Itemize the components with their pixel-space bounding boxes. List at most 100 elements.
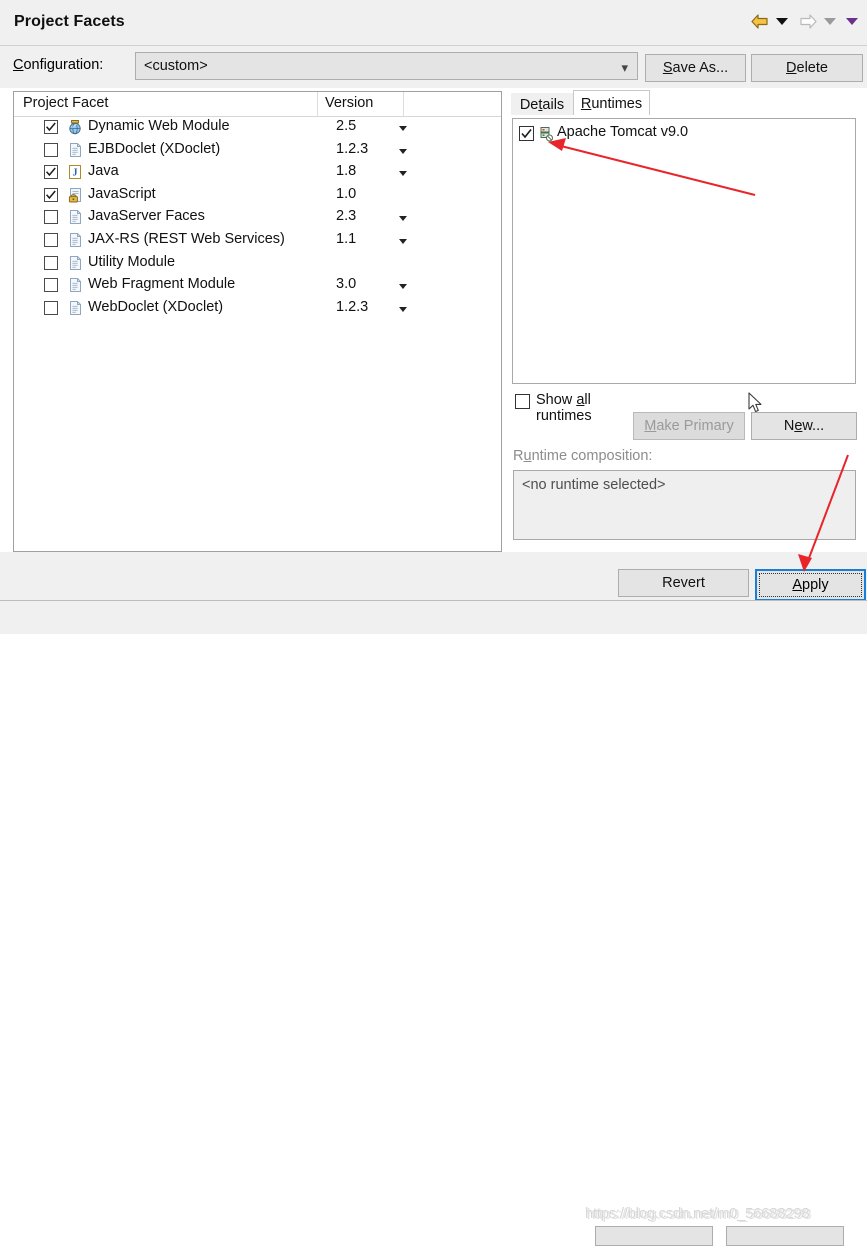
facet-version: 3.0	[336, 276, 357, 293]
tab-runtimes[interactable]: Runtimes	[573, 90, 650, 116]
apply-label: Apply	[792, 577, 829, 593]
delete-button[interactable]: Delete	[751, 54, 863, 82]
facet-name: Dynamic Web Module	[88, 118, 230, 134]
document-icon	[67, 142, 83, 158]
configuration-select[interactable]: <custom> ▾	[135, 52, 638, 80]
facet-name: EJBDoclet (XDoclet)	[88, 140, 221, 157]
revert-button[interactable]: Revert	[618, 569, 749, 597]
new-runtime-label: New...	[783, 418, 825, 434]
save-as-button[interactable]: Save As...	[645, 54, 746, 82]
watermark-text: https://blog.csdn.net/m0_56688298 https:…	[585, 1205, 812, 1223]
runtimes-tab-panel: Apache Tomcat v9.0 Show all runtimes Mak…	[511, 115, 863, 540]
facet-name: WebDoclet (XDoclet)	[88, 298, 224, 315]
document-icon	[67, 255, 83, 271]
footer-area: https://blog.csdn.net/m0_56688298 https:…	[0, 601, 867, 1246]
mouse-cursor	[748, 392, 762, 413]
web-module-icon	[67, 119, 83, 135]
version-chevron-down-icon[interactable]	[399, 306, 407, 312]
column-divider[interactable]	[403, 92, 404, 117]
version-chevron-down-icon[interactable]	[399, 216, 407, 222]
page-title: Project Facets	[14, 13, 125, 30]
apply-button-focus-ring: Apply	[759, 573, 862, 597]
table-row[interactable]: Utility Module	[14, 253, 501, 276]
facet-version: 1.0	[336, 185, 357, 202]
revert-label: Revert	[662, 575, 705, 591]
table-row[interactable]: JavaScript 1.0	[14, 185, 501, 208]
facet-checkbox[interactable]	[44, 278, 58, 293]
facet-checkbox[interactable]	[44, 255, 58, 270]
facet-name: JavaServer Faces	[88, 208, 205, 225]
dialog-title-bar: Project Facets	[0, 0, 867, 46]
show-all-runtimes-checkbox[interactable]	[515, 394, 530, 409]
column-header-project-facet[interactable]: Project Facet	[23, 95, 108, 111]
facet-version: 2.5	[336, 118, 357, 134]
javascript-lock-icon	[67, 187, 83, 203]
java-icon: J	[67, 164, 83, 180]
table-row[interactable]: EJBDoclet (XDoclet) 1.2.3	[14, 140, 501, 163]
configuration-selected-value: <custom>	[144, 58, 208, 74]
forward-arrow-icon	[798, 13, 818, 30]
back-arrow-icon[interactable]	[750, 13, 770, 30]
document-icon	[67, 232, 83, 248]
chevron-down-icon: ▾	[621, 60, 628, 75]
facet-name: Utility Module	[88, 253, 176, 270]
version-chevron-down-icon[interactable]	[399, 148, 407, 154]
facet-version: 1.2.3	[336, 140, 369, 157]
tab-details-label: Details	[519, 96, 565, 113]
clipped-button-right[interactable]	[726, 1226, 844, 1246]
facet-name: JavaScript	[88, 185, 156, 202]
facet-checkbox[interactable]	[44, 232, 58, 247]
forward-history-chevron-down-icon	[824, 18, 836, 25]
runtime-name: Apache Tomcat v9.0	[557, 124, 689, 140]
new-runtime-button[interactable]: New...	[751, 412, 857, 440]
tab-strip: Details Runtimes	[511, 90, 863, 116]
make-primary-button: Make Primary	[633, 412, 745, 440]
document-icon	[67, 300, 83, 316]
navigation-icons	[750, 13, 858, 30]
runtime-composition-label: Runtime composition:	[513, 448, 653, 464]
runtime-list[interactable]: Apache Tomcat v9.0	[512, 118, 856, 384]
apply-button[interactable]: Apply	[755, 569, 866, 601]
column-header-version[interactable]: Version	[325, 95, 373, 111]
facet-version: 1.2.3	[336, 298, 369, 315]
version-chevron-down-icon[interactable]	[399, 284, 407, 290]
runtime-composition-value: <no runtime selected>	[522, 477, 666, 493]
runtime-checkbox[interactable]	[519, 126, 534, 141]
facet-name: JAX-RS (REST Web Services)	[88, 230, 285, 247]
project-facet-table[interactable]: Project Facet Version Dynamic Web Module…	[13, 91, 502, 552]
version-chevron-down-icon[interactable]	[399, 171, 407, 177]
tab-details[interactable]: Details	[511, 93, 573, 116]
facet-name: Web Fragment Module	[88, 276, 236, 293]
back-history-chevron-down-icon[interactable]	[776, 18, 788, 25]
document-icon	[67, 277, 83, 293]
facet-name: Java	[88, 163, 119, 180]
facet-version: 1.1	[336, 230, 357, 247]
runtime-composition-box: <no runtime selected>	[513, 470, 856, 540]
facet-checkbox[interactable]	[44, 210, 58, 225]
delete-label: Delete	[786, 60, 828, 76]
facet-checkbox[interactable]	[44, 142, 58, 157]
facet-version: 1.8	[336, 163, 357, 180]
version-chevron-down-icon[interactable]	[399, 238, 407, 244]
watermark-ghost: https://blog.csdn.net/m0_56688298	[587, 1206, 812, 1223]
facet-checkbox[interactable]	[44, 300, 58, 315]
column-divider[interactable]	[317, 92, 318, 117]
table-row[interactable]: Web Fragment Module 3.0	[14, 275, 501, 298]
table-row[interactable]: Dynamic Web Module 2.5	[14, 117, 501, 140]
server-runtime-icon	[538, 126, 554, 142]
facet-checkbox[interactable]	[44, 187, 58, 202]
facet-checkbox[interactable]	[44, 120, 58, 134]
facet-version: 2.3	[336, 208, 357, 225]
table-row[interactable]: JavaServer Faces 2.3	[14, 207, 501, 230]
version-chevron-down-icon[interactable]	[399, 126, 407, 131]
svg-text:J: J	[73, 168, 78, 179]
table-row[interactable]: JAX-RS (REST Web Services) 1.1	[14, 230, 501, 253]
facet-row-list: Dynamic Web Module 2.5 EJBDoclet (XDoclet)…	[14, 117, 501, 320]
clipped-button-left[interactable]	[595, 1226, 713, 1246]
facet-checkbox[interactable]	[44, 165, 58, 180]
table-row[interactable]: WebDoclet (XDoclet) 1.2.3	[14, 298, 501, 321]
overflow-chevron-down-icon[interactable]	[846, 18, 858, 25]
document-icon	[67, 209, 83, 225]
table-row[interactable]: J Java 1.8	[14, 162, 501, 185]
save-as-label: Save As...	[662, 60, 729, 76]
